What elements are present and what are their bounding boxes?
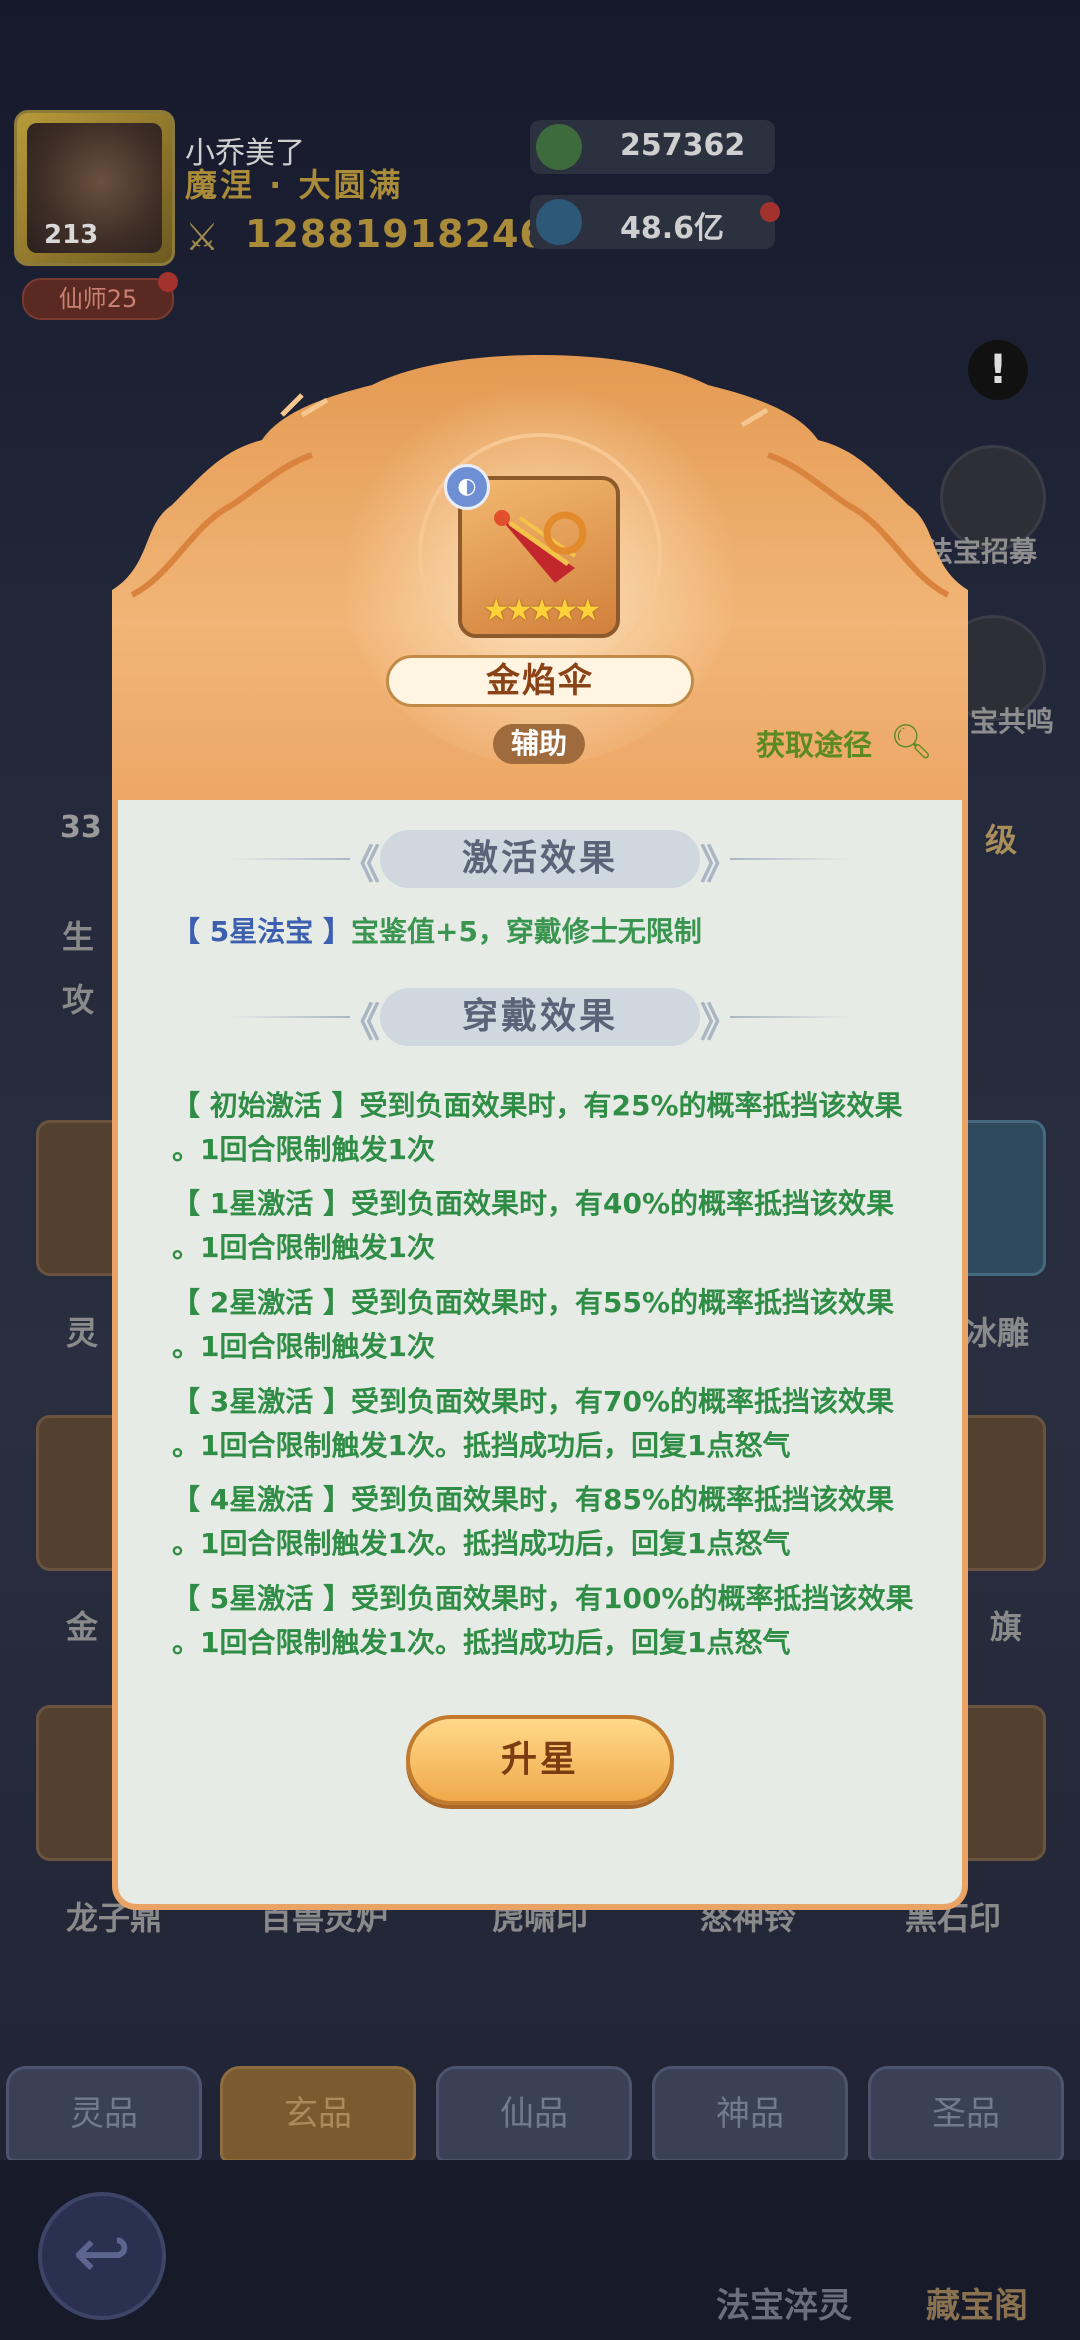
resource-value: 257362 <box>620 128 746 163</box>
chevron-left-icon: 《 <box>340 842 380 888</box>
side-label-resonance[interactable]: 宝共鸣 <box>970 700 1054 740</box>
bottom-nav: ↩ 法宝淬灵 藏宝阁 <box>0 2160 1080 2340</box>
crystal-plus-icon <box>536 199 582 245</box>
back-arrow-icon[interactable]: ↩ <box>38 2192 166 2320</box>
effect-text: 受到负面效果时，有55%的概率抵挡该效果 <box>350 1286 895 1319</box>
effect-tag: 【 5星法宝 】 <box>172 915 351 948</box>
effect-text: 宝鉴值+5，穿戴修士无限制 <box>350 915 702 948</box>
effect-text-cont: 。1回合限制触发1次 <box>172 1330 435 1363</box>
divider <box>730 1016 850 1018</box>
wear-effect: 【 初始激活 】受到负面效果时，有25%的概率抵挡该效果 。1回合限制触发1次 <box>172 1084 932 1172</box>
effect-tag: 【 3星激活 】 <box>172 1385 351 1418</box>
upgrade-star-button[interactable]: 升星 <box>406 1715 674 1805</box>
section-title-activate: 激活效果 <box>380 830 700 888</box>
help-icon[interactable]: ! <box>968 340 1028 400</box>
bg-stat-hp: 生 <box>62 918 95 956</box>
nav-refine[interactable]: 法宝淬灵 <box>716 2278 852 2327</box>
notification-dot <box>760 202 780 222</box>
quality-tabs: 灵品 玄品 仙品 神品 圣品 <box>0 2060 1080 2162</box>
wear-effect: 【 3星激活 】受到负面效果时，有70%的概率抵挡该效果 。1回合限制触发1次。… <box>172 1380 932 1468</box>
role-tag: 辅助 <box>493 724 585 764</box>
wear-effect: 【 2星激活 】受到负面效果时，有55%的概率抵挡该效果 。1回合限制触发1次 <box>172 1281 932 1369</box>
effect-text: 受到负面效果时，有85%的概率抵挡该效果 <box>350 1483 895 1516</box>
chevron-right-icon: 》 <box>700 842 740 888</box>
resource-jade[interactable]: 257362 <box>530 120 775 174</box>
effect-tag: 【 1星激活 】 <box>172 1187 351 1220</box>
activate-effect: 【 5星法宝 】宝鉴值+5，穿戴修士无限制 <box>172 910 702 950</box>
divider <box>230 858 350 860</box>
chevron-left-icon: 《 <box>340 1000 380 1046</box>
wear-effect: 【 5星激活 】受到负面效果时，有100%的概率抵挡该效果 。1回合限制触发1次… <box>172 1577 932 1665</box>
treasure-name: 冰雕 <box>965 1314 1030 1352</box>
player-level: 213 <box>44 220 99 250</box>
treasure-icon: ★★★★★ ◐ <box>444 464 620 638</box>
nav-treasure-pavilion[interactable]: 藏宝阁 <box>926 2278 1028 2327</box>
divider <box>230 1016 350 1018</box>
player-realm: 魔涅 · 大圆满 <box>185 166 404 204</box>
bg-number: 33 <box>60 810 102 845</box>
effect-text-cont: 。1回合限制触发1次。抵挡成功后，回复1点怒气 <box>172 1626 791 1659</box>
resource-crystal[interactable]: 48.6亿 <box>530 195 775 249</box>
notification-dot <box>158 272 178 292</box>
wear-effect: 【 1星激活 】受到负面效果时，有40%的概率抵挡该效果 。1回合限制触发1次 <box>172 1182 932 1270</box>
combat-power: 12881918246 <box>245 212 547 256</box>
effect-text: 受到负面效果时，有25%的概率抵挡该效果 <box>359 1089 903 1122</box>
treasure-name: 金 <box>66 1608 99 1646</box>
acquire-link[interactable]: 获取途径 <box>756 722 872 764</box>
quality-badge-icon: ◐ <box>444 464 490 510</box>
effect-text-cont: 。1回合限制触发1次 <box>172 1231 435 1264</box>
jade-plus-icon <box>536 124 582 170</box>
chevron-right-icon: 》 <box>700 1000 740 1046</box>
umbrella-icon <box>494 510 587 583</box>
treasure-name: 灵 <box>66 1314 99 1352</box>
tab-xuan[interactable]: 玄品 <box>220 2066 416 2162</box>
magnifier-icon[interactable]: 🔍︎ <box>890 722 933 762</box>
divider <box>730 858 850 860</box>
bg-level-fragment: 级 <box>985 821 1018 859</box>
star-rating: ★★★★★ <box>482 593 601 628</box>
effect-tag: 【 初始激活 】 <box>172 1089 360 1122</box>
effect-text-cont: 。1回合限制触发1次。抵挡成功后，回复1点怒气 <box>172 1429 791 1462</box>
tab-sheng[interactable]: 圣品 <box>868 2066 1064 2162</box>
item-name: 金焰伞 <box>386 655 694 707</box>
wear-effect: 【 4星激活 】受到负面效果时，有85%的概率抵挡该效果 。1回合限制触发1次。… <box>172 1478 932 1566</box>
effect-text: 受到负面效果时，有100%的概率抵挡该效果 <box>350 1582 914 1615</box>
resource-value: 48.6亿 <box>620 211 725 246</box>
treasure-name: 旗 <box>990 1608 1023 1646</box>
rank-badge[interactable]: 仙师25 <box>22 278 174 320</box>
section-title-wear: 穿戴效果 <box>380 988 700 1046</box>
effect-text-cont: 。1回合限制触发1次。抵挡成功后，回复1点怒气 <box>172 1527 791 1560</box>
effect-text-cont: 。1回合限制触发1次 <box>172 1133 435 1166</box>
effect-tag: 【 5星激活 】 <box>172 1582 351 1615</box>
effect-tag: 【 2星激活 】 <box>172 1286 351 1319</box>
swords-icon: ⚔ <box>185 215 220 259</box>
effect-text: 受到负面效果时，有70%的概率抵挡该效果 <box>350 1385 895 1418</box>
effect-text: 受到负面效果时，有40%的概率抵挡该效果 <box>350 1187 895 1220</box>
tab-xian[interactable]: 仙品 <box>436 2066 632 2162</box>
effect-tag: 【 4星激活 】 <box>172 1483 351 1516</box>
tab-ling[interactable]: 灵品 <box>6 2066 202 2162</box>
tab-shen[interactable]: 神品 <box>652 2066 848 2162</box>
bg-stat-atk: 攻 <box>62 981 95 1019</box>
player-header: 213 小乔美了 魔涅 · 大圆满 ⚔ 12881918246 仙师25 257… <box>0 100 1080 330</box>
